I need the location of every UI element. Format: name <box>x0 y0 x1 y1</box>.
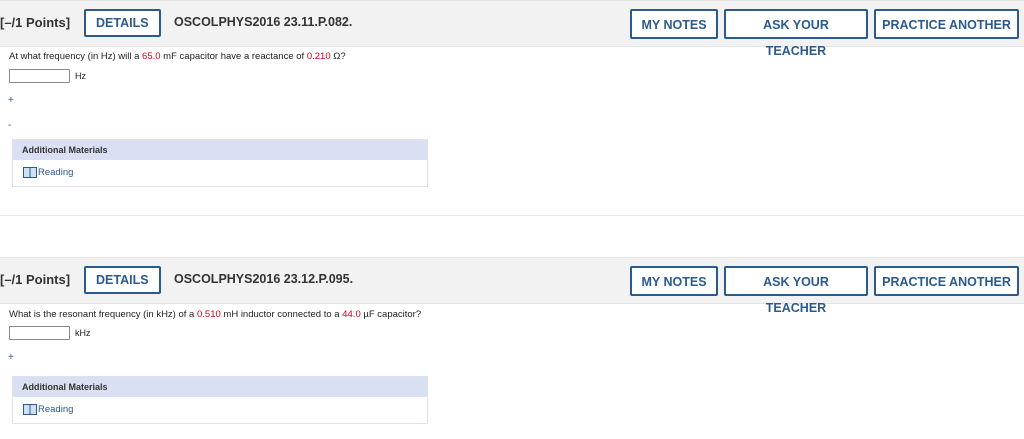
my-notes-button[interactable]: MY NOTES <box>630 9 718 39</box>
prompt-text: µF capacitor? <box>360 309 422 320</box>
question-header: [–/1 Points] DETAILS OSCOLPHYS2016 23.11… <box>0 0 1024 58</box>
book-icon <box>23 167 37 178</box>
question-prompt: At what frequency (in Hz) will a 65.0 mF… <box>9 51 346 62</box>
question-header: [–/1 Points] DETAILS OSCOLPHYS2016 23.12… <box>0 257 1024 315</box>
answer-unit: Hz <box>75 71 86 81</box>
points-label: [–/1 Points] <box>0 272 71 287</box>
practice-another-button[interactable]: PRACTICE ANOTHER <box>874 9 1019 39</box>
additional-materials-panel: Additional Materials Reading <box>12 139 428 187</box>
answer-input[interactable] <box>9 69 70 83</box>
question-block-2: [–/1 Points] DETAILS OSCOLPHYS2016 23.12… <box>0 257 1024 424</box>
reading-link[interactable]: Reading <box>13 160 427 186</box>
prompt-value: 65.0 <box>142 51 161 62</box>
question-id: OSCOLPHYS2016 23.12.P.095. <box>174 272 354 286</box>
reading-label[interactable]: Reading <box>38 404 73 415</box>
prompt-text: mH inductor connected to a <box>220 309 343 320</box>
additional-materials-title: Additional Materials <box>13 377 427 397</box>
question-prompt: What is the resonant frequency (in kHz) … <box>9 309 421 320</box>
prompt-value: 0.510 <box>196 309 221 320</box>
additional-materials-panel: Additional Materials Reading <box>12 376 428 424</box>
additional-materials-title: Additional Materials <box>13 140 427 160</box>
ask-your-teacher-button[interactable]: ASK YOUR TEACHER <box>724 266 868 315</box>
prompt-text: What is the resonant frequency (in kHz) … <box>9 309 197 320</box>
ask-your-teacher-button[interactable]: ASK YOUR TEACHER <box>724 9 868 58</box>
plus-marker-icon[interactable]: + <box>8 352 14 363</box>
book-icon <box>23 404 37 415</box>
my-notes-button[interactable]: MY NOTES <box>630 266 718 296</box>
prompt-text: Ω? <box>330 51 346 62</box>
prompt-text: At what frequency (in Hz) will a <box>9 51 143 62</box>
details-button[interactable]: DETAILS <box>84 9 161 37</box>
details-button[interactable]: DETAILS <box>84 266 161 294</box>
reading-link[interactable]: Reading <box>13 397 427 423</box>
prompt-value: 0.210 <box>306 51 331 62</box>
prompt-value: 44.0 <box>342 309 361 320</box>
reading-label[interactable]: Reading <box>38 167 73 178</box>
question-id: OSCOLPHYS2016 23.11.P.082. <box>174 15 353 29</box>
points-label: [–/1 Points] <box>0 15 71 30</box>
minus-marker-icon[interactable]: - <box>8 120 11 131</box>
practice-another-button[interactable]: PRACTICE ANOTHER <box>874 266 1019 296</box>
prompt-text: mF capacitor have a reactance of <box>160 51 307 62</box>
answer-input[interactable] <box>9 326 70 340</box>
plus-marker-icon[interactable]: + <box>8 95 14 106</box>
question-block-1: [–/1 Points] DETAILS OSCOLPHYS2016 23.11… <box>0 0 1024 187</box>
answer-unit: kHz <box>75 328 91 338</box>
divider <box>0 215 1024 216</box>
